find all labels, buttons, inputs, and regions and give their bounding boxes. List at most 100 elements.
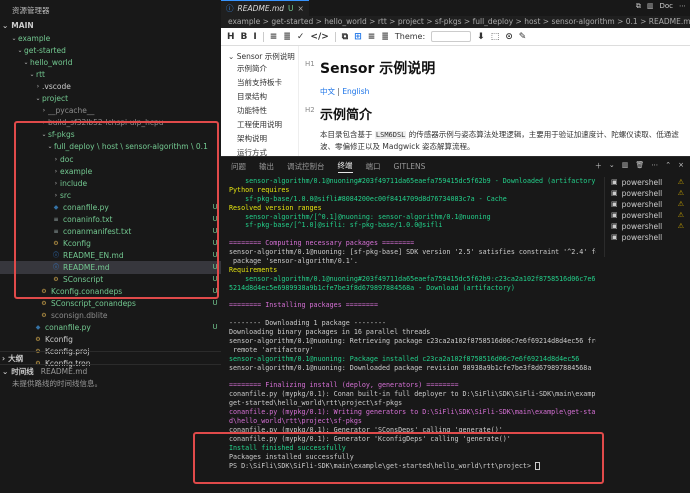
more-actions-icon[interactable]: ⋯	[679, 2, 686, 11]
timeline-section[interactable]: ⌄ 时间线 README.md	[0, 364, 221, 377]
terminal-output[interactable]: sensor-algorithm/0.1@nuoning#203f49711da…	[229, 177, 596, 493]
terminal-list-item[interactable]: ▣ powershell ⚠	[605, 199, 690, 210]
align-left-icon[interactable]: ≡	[368, 32, 376, 42]
terminal-line: sensor-algorithm/0.1@nuoning#203f49711da…	[229, 177, 596, 186]
frame-icon[interactable]: ⬚	[491, 32, 500, 42]
terminal-name: powershell	[621, 200, 663, 209]
tree-item[interactable]: › example	[0, 165, 221, 178]
terminal-line-text: Requirements	[229, 265, 278, 274]
theme-select[interactable]	[431, 31, 472, 42]
outline-item[interactable]: 工程使用说明	[221, 118, 298, 132]
tree-item[interactable]: ⓘ README_EN.md U	[0, 249, 221, 262]
align-right-icon[interactable]: ≣	[381, 32, 389, 42]
terminal-line: get-started\hello_world\rtt\project\sf-p…	[229, 399, 596, 408]
outline-root[interactable]: ⌄ Sensor 示例说明	[221, 46, 298, 62]
terminal-list-item[interactable]: ▣ powershell	[605, 232, 690, 243]
split-editor-icon[interactable]: ▥	[647, 2, 654, 11]
tree-item[interactable]: ⌄ rtt	[0, 68, 221, 81]
outline-section[interactable]: › 大纲	[0, 351, 221, 364]
unordered-list-icon[interactable]: ≡	[270, 32, 278, 42]
tree-item[interactable]: ⚙ SConscript_conandeps U	[0, 297, 221, 310]
chevron-down-icon[interactable]: ⌄	[609, 161, 615, 171]
tree-item[interactable]: ≡ conaninfo.txt U	[0, 213, 221, 226]
terminal-line-text: sf-pkg-base/1.0.0@sifli#8084200ec00f8414…	[229, 194, 507, 203]
outline-item[interactable]: 架构说明	[221, 132, 298, 146]
tree-item[interactable]: › .vscode	[0, 80, 221, 93]
table-icon[interactable]: ⊞	[354, 32, 362, 42]
terminal-list-item[interactable]: ▣ powershell ⚠	[605, 210, 690, 221]
terminal-line: d\hello_world\rtt\project\sf-pkgs	[229, 417, 596, 426]
outline-item[interactable]: 运行方式	[221, 146, 298, 156]
tree-item[interactable]: ⚙ Kconfig	[0, 333, 221, 346]
code-icon[interactable]: </>	[310, 32, 328, 42]
language-links: 中文 | English	[320, 87, 370, 96]
tree-item[interactable]: ≡ conanmanifest.txt U	[0, 225, 221, 238]
tree-item-label: Kconfig	[63, 238, 91, 248]
tree-item[interactable]: ⌄ get-started	[0, 44, 221, 57]
preview-icon[interactable]: ⊙	[505, 32, 513, 42]
panel-tab[interactable]: 输出	[259, 161, 274, 172]
outline-item[interactable]: 当前支持板卡	[221, 76, 298, 90]
trash-icon[interactable]: 🗑	[635, 161, 644, 171]
panel-tab[interactable]: 问题	[231, 161, 246, 172]
bold-icon[interactable]: B	[241, 32, 248, 42]
tree-item[interactable]: ⌄ project	[0, 92, 221, 105]
maximize-icon[interactable]: ⌃	[665, 161, 671, 171]
doc-button[interactable]: Doc	[659, 2, 673, 11]
panel-tab[interactable]: GITLENS	[394, 162, 426, 171]
tree-item[interactable]: ⌄ example	[0, 32, 221, 45]
outline-item[interactable]: 示例简介	[221, 62, 298, 76]
tree-item[interactable]: ◆ conanfile.py U	[0, 201, 221, 214]
tree-item[interactable]: › __pycache__	[0, 104, 221, 117]
tree-item[interactable]: › build_sf32lb52-lchspi-ulp_hcpu	[0, 116, 221, 129]
tree-item[interactable]: › include	[0, 177, 221, 190]
tree-item-label: project	[42, 94, 69, 104]
checkbox-icon[interactable]: ✓	[297, 32, 305, 42]
close-icon[interactable]: ×	[678, 161, 684, 171]
edit-icon[interactable]: ✎	[519, 32, 527, 42]
heading-icon[interactable]: H	[227, 32, 235, 42]
terminal-name: powershell	[621, 189, 663, 198]
download-icon[interactable]: ⬇	[477, 32, 485, 42]
terminal-line: Packages installed successfully	[229, 453, 596, 462]
tab-bar: ⓘ README.md U × ⧉ ▥ Doc ⋯	[221, 0, 690, 16]
tree-item[interactable]: ⚙ SConscript U	[0, 273, 221, 286]
tree-item[interactable]: › doc	[0, 153, 221, 166]
tab-readme[interactable]: ⓘ README.md U ×	[221, 0, 309, 16]
workspace-root[interactable]: ⌄ MAIN	[0, 19, 221, 32]
tree-item[interactable]: ⚙ Kconfig.conandeps U	[0, 285, 221, 298]
close-icon[interactable]: ×	[298, 4, 304, 13]
terminal-line: PS D:\SiFli\SDK\SiFli-SDK\main\example\g…	[229, 461, 596, 471]
tree-item-label: README.md	[63, 262, 110, 272]
tree-item[interactable]: ⌄ full_deploy \ host \ sensor-algorithm \…	[0, 140, 221, 153]
copy-icon[interactable]: ⧉	[342, 32, 348, 42]
terminal-line-text: conanfile.py (mypkg/0.1): Generator 'Kco…	[229, 434, 511, 443]
open-preview-icon[interactable]: ⧉	[636, 2, 641, 11]
tree-item[interactable]: ⌄ hello_world	[0, 56, 221, 69]
panel-tab[interactable]: 终端	[337, 160, 353, 173]
tree-item[interactable]: ⚙ Kconfig U	[0, 237, 221, 250]
new-terminal-icon[interactable]: ＋	[595, 161, 602, 171]
tree-item[interactable]: ⚙ sconsign.dblite	[0, 309, 221, 322]
terminal-list-item[interactable]: ▣ powershell ⚠	[605, 221, 690, 232]
outline-item[interactable]: 功能特性	[221, 104, 298, 118]
split-terminal-icon[interactable]: ▥	[622, 161, 629, 171]
ordered-list-icon[interactable]: ≣	[283, 32, 291, 42]
outline-item[interactable]: 目录结构	[221, 90, 298, 104]
panel-tab[interactable]: 调试控制台	[287, 161, 325, 172]
tree-item[interactable]: ◆ conanfile.py U	[0, 321, 221, 334]
tree-item-label: build_sf32lb52-lchspi-ulp_hcpu	[48, 118, 164, 128]
more-actions-icon[interactable]: ⋯	[651, 161, 658, 171]
tree-item[interactable]: › src	[0, 189, 221, 202]
terminal-list-item[interactable]: ▣ powershell ⚠	[605, 177, 690, 188]
link-chinese[interactable]: 中文	[320, 87, 335, 96]
italic-icon[interactable]: I	[253, 32, 256, 42]
tree-item[interactable]: ⓘ README.md U	[0, 260, 221, 274]
panel-tab[interactable]: 端口	[366, 161, 381, 172]
tree-item[interactable]: ⌄ sf-pkgs	[0, 128, 221, 141]
breadcrumb[interactable]: example > get-started > hello_world > rt…	[221, 16, 690, 28]
terminal-line-text: conanfile.py (mypkg/0.1): Generator 'SCo…	[229, 425, 503, 434]
tree-item-label: SConscript	[63, 275, 104, 284]
terminal-list-item[interactable]: ▣ powershell ⚠	[605, 188, 690, 199]
link-english[interactable]: English	[342, 87, 369, 96]
